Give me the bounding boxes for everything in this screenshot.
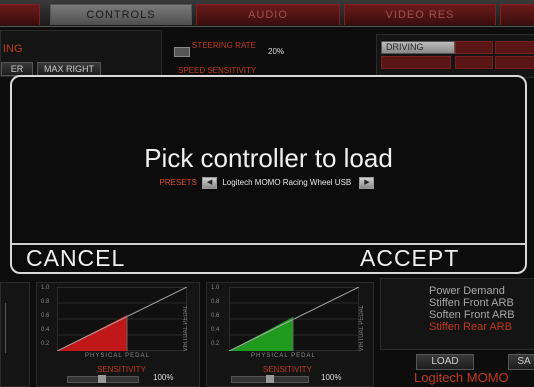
preset-value: Logitech MOMO Racing Wheel USB <box>222 178 352 188</box>
tick-label: 0.6 <box>41 313 50 319</box>
tab-controls[interactable]: CONTROLS <box>50 4 192 25</box>
tab-right-partial[interactable] <box>500 4 534 25</box>
left-steering-panel: ING ER MAX RIGHT <box>0 30 162 77</box>
preset-next-arrow-icon[interactable]: ▶ <box>359 177 375 189</box>
tick-label: 0.2 <box>211 341 220 347</box>
col-label-max-right: MAX RIGHT <box>37 62 101 76</box>
speed-sensitivity-label: SPEED SENSITIVITY <box>178 66 257 75</box>
load-controller-dialog: Pick controller to load PRESETS ◀ Logite… <box>10 75 527 274</box>
sensitivity-label-2: SENSITIVITY <box>263 365 312 374</box>
category-tab-6[interactable] <box>495 56 534 69</box>
list-item[interactable]: Stiffen Front ARB <box>429 297 514 309</box>
slider-handle[interactable] <box>98 375 106 383</box>
tick-label: 0.8 <box>41 299 50 305</box>
steering-rate-slider[interactable] <box>174 47 190 57</box>
top-tab-bar: CONTROLS AUDIO VIDEO RES <box>0 0 534 27</box>
pedal-curve-graph-2 <box>229 287 359 351</box>
category-tab-2[interactable] <box>455 41 493 54</box>
left-partial-panel <box>0 282 30 387</box>
category-tab-3[interactable] <box>495 41 534 54</box>
pedal-panel-2: 1.0 0.8 0.6 0.4 0.2 VIRTUAL PEDAL PHYSIC… <box>206 282 374 387</box>
col-label-er: ER <box>1 62 33 76</box>
pedal-curve-graph-1 <box>57 287 187 351</box>
left-panel-title: ING <box>3 43 23 55</box>
list-item[interactable]: Power Demand <box>429 285 505 297</box>
accept-button[interactable]: ACCEPT <box>360 243 459 273</box>
sensitivity-slider-1[interactable] <box>67 375 139 383</box>
sensitivity-value-2: 100% <box>321 373 342 382</box>
tick-label: 1.0 <box>211 285 220 291</box>
load-button[interactable]: LOAD <box>416 354 474 370</box>
partial-graph-line <box>5 303 6 353</box>
tick-label: 0.2 <box>41 341 50 347</box>
cancel-button[interactable]: CANCEL <box>26 243 125 273</box>
preset-selector: PRESETS ◀ Logitech MOMO Racing Wheel USB… <box>12 177 525 189</box>
sensitivity-value-1: 100% <box>153 373 174 382</box>
sensitivity-label-1: SENSITIVITY <box>97 365 146 374</box>
category-tab-driving[interactable]: DRIVING <box>381 41 455 54</box>
sensitivity-slider-2[interactable] <box>231 375 309 383</box>
tab-video-res[interactable]: VIDEO RES <box>344 4 496 25</box>
steering-rate-value: 20% <box>268 47 285 56</box>
physical-pedal-label-1: PHYSICAL PEDAL <box>85 353 150 359</box>
tick-label: 0.8 <box>211 299 220 305</box>
steering-rate-label: STEERING RATE <box>192 41 256 50</box>
preset-prev-arrow-icon[interactable]: ◀ <box>202 177 218 189</box>
category-tab-5[interactable] <box>455 56 493 69</box>
category-panel: DRIVING <box>376 34 534 78</box>
steering-settings: STEERING RATE 20% SPEED SENSITIVITY <box>174 38 374 75</box>
presets-label: PRESETS <box>159 178 197 188</box>
tab-left-partial[interactable] <box>0 4 40 25</box>
slider-handle[interactable] <box>266 375 274 383</box>
list-item[interactable]: Soften Front ARB <box>429 309 515 321</box>
virtual-pedal-label-2: VIRTUAL PEDAL <box>359 305 365 352</box>
category-tab-4[interactable] <box>381 56 451 69</box>
tick-label: 0.4 <box>211 327 220 333</box>
save-button[interactable]: SA <box>508 354 534 370</box>
tab-audio[interactable]: AUDIO <box>196 4 340 25</box>
list-item-selected[interactable]: Stiffen Rear ARB <box>429 321 512 333</box>
control-list-panel: Power Demand Stiffen Front ARB Soften Fr… <box>380 278 534 350</box>
tick-label: 1.0 <box>41 285 50 291</box>
dialog-title: Pick controller to load <box>144 143 393 173</box>
physical-pedal-label-2: PHYSICAL PEDAL <box>251 353 316 359</box>
tick-label: 0.6 <box>211 313 220 319</box>
controller-name-bg: Logitech MOMO <box>414 370 509 385</box>
pedal-panel-1: 1.0 0.8 0.6 0.4 0.2 VIRTUAL PEDAL PHYSIC… <box>36 282 200 387</box>
virtual-pedal-label-1: VIRTUAL PEDAL <box>183 305 189 352</box>
tick-label: 0.4 <box>41 327 50 333</box>
